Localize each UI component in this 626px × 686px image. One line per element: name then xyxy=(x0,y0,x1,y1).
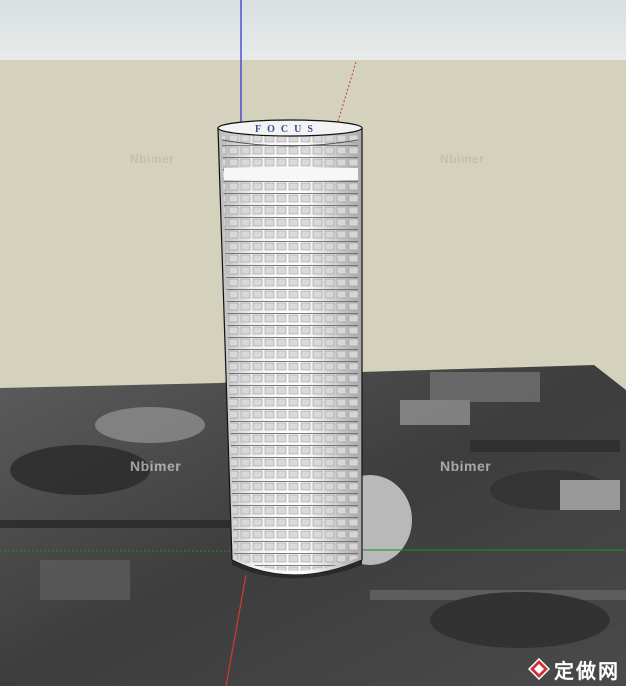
site-logo: 定做网 xyxy=(528,656,620,683)
model-canvas[interactable] xyxy=(0,0,626,686)
red-axis-far xyxy=(335,61,357,129)
logo-diamond-icon xyxy=(528,658,550,680)
logo-text: 定做网 xyxy=(554,660,620,683)
watermark-top-right: Nbimer xyxy=(440,152,485,166)
watermark-bottom-right: Nbimer xyxy=(440,458,492,474)
building-sign-text: FOCUS xyxy=(255,124,319,135)
watermark-bottom-left: Nbimer xyxy=(130,458,182,474)
tower-model[interactable] xyxy=(217,119,363,579)
sketchup-viewport[interactable]: FOCUS Nbimer Nbimer Nbimer Nbimer 定做网 xyxy=(0,0,626,686)
watermark-top-left: Nbimer xyxy=(130,152,175,166)
